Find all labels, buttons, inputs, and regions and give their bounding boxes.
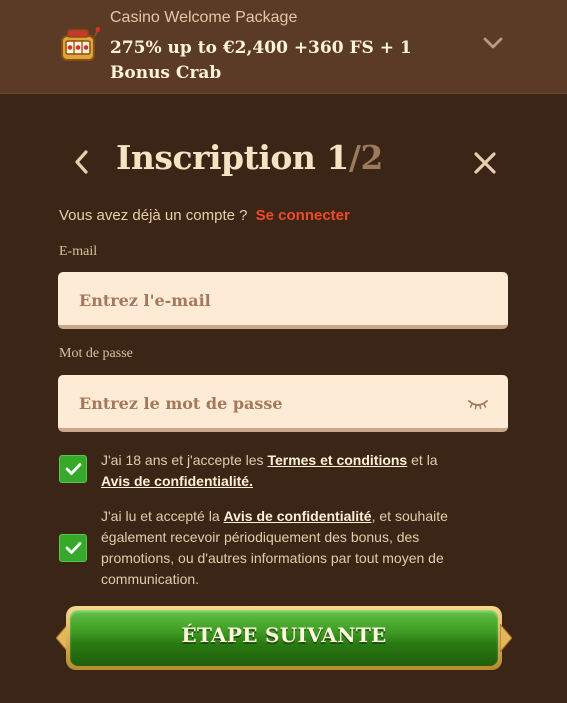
email-field[interactable]: Entrez l'e-mail (58, 272, 508, 329)
step-total: /2 (348, 138, 384, 177)
marketing-privacy-link[interactable]: Avis de confidentialité (224, 508, 372, 524)
password-placeholder: Entrez le mot de passe (79, 394, 283, 413)
email-label: E-mail (59, 244, 98, 259)
privacy-link[interactable]: Avis de confidentialité. (101, 473, 253, 489)
password-field[interactable]: Entrez le mot de passe (58, 375, 508, 432)
next-step-label: ÉTAPE SUIVANTE (181, 623, 387, 647)
marketing-text-before: J'ai lu et accepté la (101, 508, 224, 524)
terms-checkbox[interactable] (59, 455, 87, 483)
next-step-button[interactable]: ÉTAPE SUIVANTE (56, 606, 512, 670)
chevron-down-icon[interactable] (482, 35, 504, 51)
signup-header: Inscription 1/2 (0, 130, 567, 190)
checkmark-icon (65, 542, 82, 554)
promo-subtitle: Casino Welcome Package (110, 9, 298, 26)
password-label: Mot de passe (59, 346, 133, 361)
close-icon[interactable] (472, 150, 498, 176)
welcome-package-banner[interactable]: Casino Welcome Package 275% up to €2,400… (0, 0, 567, 94)
checkmark-icon (65, 463, 82, 475)
step-current: 1 (326, 138, 349, 177)
title-text: Inscription (116, 138, 316, 177)
terms-link[interactable]: Termes et conditions (267, 452, 407, 468)
slot-machine-icon (61, 27, 100, 61)
page-title: Inscription 1/2 (116, 138, 383, 177)
existing-account-line: Vous avez déjà un compte ? Se connecter (59, 207, 350, 224)
terms-consent-text: J'ai 18 ans et j'accepte les Termes et c… (101, 450, 471, 492)
chevron-left-icon[interactable] (70, 148, 94, 176)
account-prompt: Vous avez déjà un compte ? (59, 207, 248, 224)
eye-closed-icon[interactable] (467, 398, 489, 410)
terms-text-before: J'ai 18 ans et j'accepte les (101, 452, 268, 468)
terms-text-middle: et la (407, 452, 438, 468)
email-placeholder: Entrez l'e-mail (79, 291, 211, 310)
promo-headline: 275% up to €2,400 +360 FS + 1 Bonus Crab (110, 38, 412, 83)
marketing-consent-text: J'ai lu et accepté la Avis de confidenti… (101, 506, 481, 590)
marketing-checkbox[interactable] (59, 534, 87, 562)
login-link[interactable]: Se connecter (256, 207, 350, 224)
